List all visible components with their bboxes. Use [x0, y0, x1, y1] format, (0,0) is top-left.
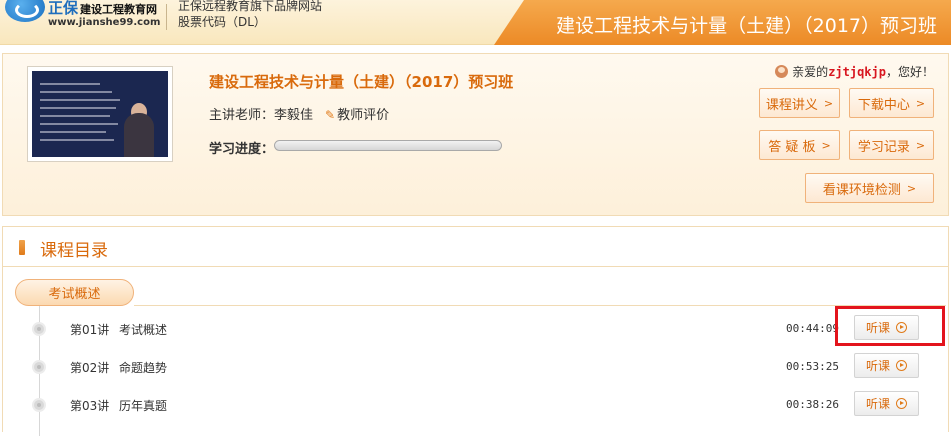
progress-bar: [274, 140, 502, 151]
teacher-evaluation-label: 教师评价: [337, 108, 390, 123]
lecture-notes-button[interactable]: 课程讲义 >: [759, 88, 840, 118]
lesson-duration: 00:44:09: [786, 322, 839, 335]
timeline-dot-icon: [32, 360, 46, 374]
user-greeting: 亲爱的zjtjqkjp，您好！: [775, 63, 934, 80]
listen-button[interactable]: 听课: [854, 353, 919, 378]
chevron-right-icon: >: [906, 181, 917, 195]
pencil-icon: ✎: [325, 108, 336, 122]
course-directory: 课程目录 考试概述 第01讲 考试概述 00:44:09 听课 第02讲 命题趋…: [2, 226, 949, 436]
lesson-number: 第03讲: [70, 399, 110, 413]
site-header: 正保 建设工程教育网 www.jianshe99.com 正保远程教育旗下品牌网…: [0, 0, 951, 45]
user-avatar-icon: [775, 65, 789, 78]
video-preview-image: [32, 71, 168, 157]
chevron-right-icon: >: [915, 96, 926, 110]
lesson-row: 第02讲 命题趋势 00:53:25 听课: [3, 347, 948, 385]
username: zjtjqkjp: [828, 65, 886, 79]
lesson-duration: 00:38:26: [786, 398, 839, 411]
teacher-name: 主讲老师：李毅佳: [209, 108, 314, 123]
chapter-tab[interactable]: 考试概述: [15, 279, 134, 306]
chapter-divider: [134, 305, 946, 306]
environment-check-button[interactable]: 看课环境检测 >: [805, 173, 934, 203]
logo-brand-sub[interactable]: 建设工程教育网: [80, 1, 157, 17]
header-banner: 建设工程技术与计量（土建）（2017）预习班: [494, 0, 951, 45]
chevron-right-icon: >: [823, 96, 834, 110]
play-icon: [896, 360, 907, 371]
course-thumbnail[interactable]: [27, 66, 173, 162]
section-bar-icon: [19, 240, 25, 255]
lesson-name[interactable]: 命题趋势: [119, 359, 167, 376]
lesson-duration: 00:53:25: [786, 360, 839, 373]
teacher-evaluation-link[interactable]: ✎ 教师评价: [325, 104, 389, 123]
lesson-name[interactable]: 历年真题: [119, 397, 167, 414]
timeline-dot-icon: [32, 398, 46, 412]
directory-title: 课程目录: [40, 241, 108, 261]
header-divider: [166, 4, 167, 30]
lesson-row: 第01讲 考试概述 00:44:09 听课: [3, 309, 948, 347]
listen-button[interactable]: 听课: [854, 391, 919, 416]
directory-header: 课程目录: [3, 227, 948, 267]
course-title: 建设工程技术与计量（土建）（2017）预习班: [209, 73, 514, 91]
download-center-button[interactable]: 下载中心 >: [849, 88, 934, 118]
lesson-name[interactable]: 考试概述: [119, 321, 167, 338]
play-icon: [896, 398, 907, 409]
course-info-panel: 建设工程技术与计量（土建）（2017）预习班 主讲老师：李毅佳 ✎ 教师评价 学习…: [2, 53, 949, 216]
logo-icon[interactable]: [5, 0, 45, 22]
lesson-row: 第03讲 历年真题 00:38:26 听课: [3, 385, 948, 423]
timeline-dot-icon: [32, 322, 46, 336]
header-slogan: 正保远程教育旗下品牌网站: [178, 0, 323, 13]
qa-board-button[interactable]: 答 疑 板 >: [759, 130, 840, 160]
lesson-number: 第02讲: [70, 361, 110, 375]
study-record-button[interactable]: 学习记录 >: [849, 130, 934, 160]
progress-label: 学习进度：: [209, 142, 275, 157]
logo-url[interactable]: www.jianshe99.com: [48, 17, 160, 28]
lesson-number: 第01讲: [70, 323, 110, 337]
logo-brand[interactable]: 正保: [48, 0, 78, 18]
stock-code: 股票代码（DL）: [178, 15, 266, 29]
banner-title: 建设工程技术与计量（土建）（2017）预习班: [556, 15, 937, 37]
chevron-right-icon: >: [915, 138, 926, 152]
highlight-box: [835, 306, 945, 346]
chevron-right-icon: >: [821, 138, 831, 152]
